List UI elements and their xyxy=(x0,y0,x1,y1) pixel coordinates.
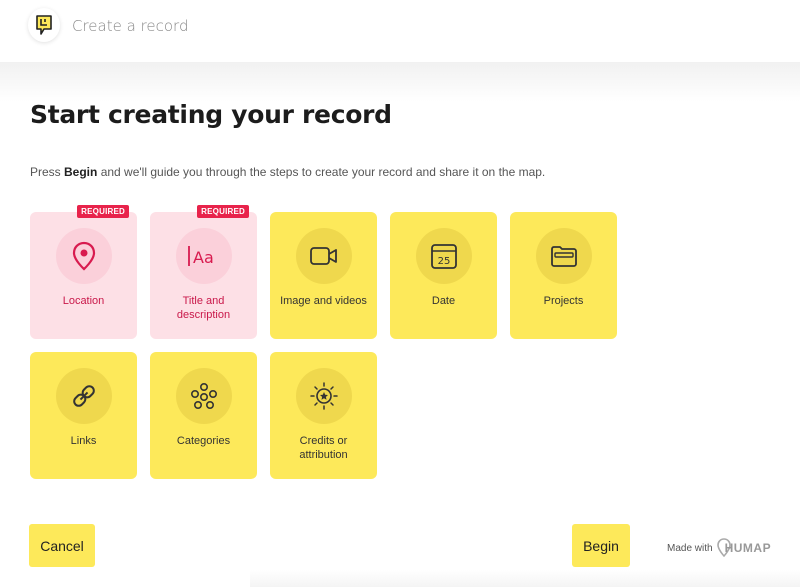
required-badge: REQUIRED xyxy=(77,205,129,218)
map-pin-icon xyxy=(55,228,112,284)
header-shadow xyxy=(0,62,800,102)
intro-text: Press Begin and we'll guide you through … xyxy=(30,165,546,179)
video-camera-icon xyxy=(295,228,352,284)
required-badge: REQUIRED xyxy=(197,205,249,218)
link-icon xyxy=(55,368,112,424)
folder-icon xyxy=(535,228,592,284)
calendar-day-text: 25 xyxy=(437,256,450,267)
humap-logo-icon[interactable] xyxy=(28,8,60,42)
star-badge-icon xyxy=(295,368,352,424)
made-with-humap[interactable]: Made with HUMAP xyxy=(667,538,771,558)
card-label: Links xyxy=(70,435,97,447)
categories-network-icon xyxy=(175,368,232,424)
humap-brand: HUMAP xyxy=(716,538,772,558)
card-label: Credits or attribution xyxy=(299,435,348,461)
footer-fade xyxy=(250,570,800,587)
header-title: Create a record xyxy=(72,17,189,35)
card-label: Title and description xyxy=(176,295,231,321)
card-categories[interactable]: Categories xyxy=(150,352,257,479)
card-location[interactable]: REQUIRED Location xyxy=(30,205,137,339)
made-with-text: Made with xyxy=(667,542,713,554)
card-credits-attribution[interactable]: Credits or attribution xyxy=(270,352,377,479)
humap-brand-text: HUMAP xyxy=(724,541,772,555)
svg-text:Aa: Aa xyxy=(193,248,214,267)
app-header: Create a record xyxy=(0,0,800,62)
card-links[interactable]: Links xyxy=(30,352,137,479)
intro-begin-emphasis: Begin xyxy=(64,165,98,179)
card-label: Categories xyxy=(176,435,231,447)
calendar-icon: 25 xyxy=(415,228,472,284)
card-label: Date xyxy=(431,295,456,307)
card-title-description[interactable]: REQUIRED Aa Title and description xyxy=(150,205,257,339)
card-projects[interactable]: Projects xyxy=(510,212,617,339)
text-aa-icon: Aa xyxy=(175,228,232,284)
card-image-videos[interactable]: Image and videos xyxy=(270,212,377,339)
page-title: Start creating your record xyxy=(30,100,392,129)
card-label: Image and videos xyxy=(280,295,367,307)
card-label: Location xyxy=(62,295,105,307)
card-date[interactable]: 25 Date xyxy=(390,212,497,339)
cancel-button[interactable]: Cancel xyxy=(29,524,95,567)
begin-button[interactable]: Begin xyxy=(572,524,630,567)
card-label: Projects xyxy=(543,295,584,307)
